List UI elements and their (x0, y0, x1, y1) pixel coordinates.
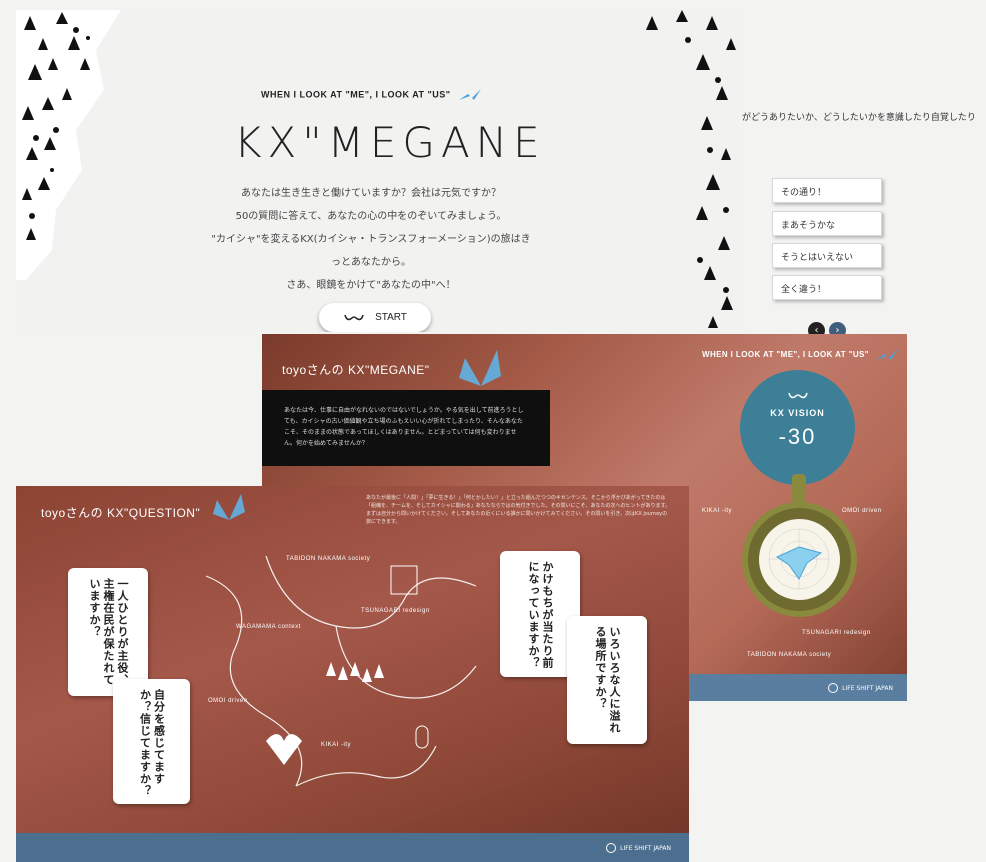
answer-option-1[interactable]: その通り！ (772, 178, 882, 203)
question-card[interactable]: いろいろな人に溢れる場所ですか？ (567, 616, 647, 744)
radar-label: OMOI driven (842, 508, 882, 514)
answer-option-3[interactable]: そうとはいえない (772, 243, 882, 268)
vision-value: -30 (778, 424, 817, 449)
map-label: TABIDON NAKAMA society (286, 556, 371, 562)
landing-screen: WHEN I LOOK AT "ME", I LOOK AT "US" KX"M… (16, 10, 738, 332)
intro-line: 50の質問に答えて、あなたの心の中をのぞいてみましょう。 (235, 211, 507, 222)
radar-chart (768, 528, 830, 590)
start-label: START (375, 312, 407, 323)
map-label: KIKAI -ity (321, 742, 352, 748)
intro-text: あなたは生き生きと働けていますか？会社は元気ですか？ 50の質問に答えて、あなた… (206, 182, 536, 297)
answer-option-2[interactable]: まあそうかな (772, 211, 882, 236)
question-footer: LIFE SHIFT JAPAN (16, 833, 689, 862)
footer-brand: LIFE SHIFT JAPAN (620, 844, 671, 852)
question-card-text: いろいろな人に溢れる場所ですか？ (594, 626, 621, 734)
map-label: TSUNAGARI redesign (361, 608, 430, 614)
map-label: WAGAMAMA context (236, 624, 301, 630)
butterfly-icon (213, 494, 245, 520)
kx-vision-badge: KX VISION -30 (740, 370, 855, 485)
intro-line: "カイシャ"を変えるKX(カイシャ・トランスフォーメーション)の旅はき (211, 234, 531, 245)
intro-line: あなたは生き生きと働けていますか？会社は元気ですか？ (241, 188, 501, 199)
glasses-icon (787, 392, 808, 399)
question-screen: toyoさんの KX"QUESTION" あなたが最後に「人間！」「夢に生きる！… (16, 486, 689, 862)
bird-icon (875, 349, 898, 360)
radar-label: TABIDON NAKAMA society (747, 652, 832, 658)
radar-label: KIKAI -ity (702, 508, 733, 514)
radar-watch (742, 502, 857, 617)
answer-option-4[interactable]: 全く違う！ (772, 275, 882, 300)
forest-illustration-right (646, 10, 736, 328)
question-card-text: かけもちが当たり前になっていますか？ (527, 561, 554, 669)
result-message: あなたは今、仕事に自由がなれないのではないでしょうか。やる気を出して前進ろうとし… (262, 390, 550, 466)
question-card[interactable]: 自分を感じてますか？信じてますか？ (113, 679, 190, 804)
map-label: OMOI driven (208, 698, 248, 704)
question-card[interactable]: 一人ひとりが主役、主権在民が保たれていますか？ (68, 568, 148, 696)
footer-brand: LIFE SHIFT JAPAN (842, 684, 893, 692)
forest-illustration-left (16, 10, 121, 280)
intro-line: さあ、眼鏡をかけて"あなたの中"へ！ (286, 280, 456, 291)
start-button[interactable]: START (319, 303, 431, 332)
result-title: toyoさんの KX"MEGANE" (282, 363, 430, 377)
butterfly-icon (459, 350, 501, 386)
journey-map-illustration (205, 555, 477, 787)
tagline: WHEN I LOOK AT "ME", I LOOK AT "US" (261, 88, 482, 102)
vision-label: KX VISION (770, 408, 825, 418)
radar-label: TSUNAGARI redesign (802, 630, 871, 636)
result-tagline: WHEN I LOOK AT "ME", I LOOK AT "US" (702, 348, 899, 362)
bird-icon (458, 89, 481, 100)
app-logo: KX"MEGANE (234, 118, 546, 167)
intro-line: っとあなたから。 (331, 257, 411, 268)
circle-logo-icon (606, 843, 617, 853)
question-description: あなたが最後に「人間！」「夢に生きる！」「何とかしたい！」と立った組んだつつのキ… (366, 495, 670, 525)
glasses-icon (344, 314, 364, 320)
watch-crown (792, 474, 806, 504)
question-card-text: 自分を感じてますか？信じてますか？ (138, 689, 166, 797)
circle-logo-icon (828, 683, 839, 693)
question-title: toyoさんの KX"QUESTION" (41, 506, 201, 520)
question-text: がどうありたいか、どうしたいかを意識したり自覚したり (742, 113, 976, 123)
